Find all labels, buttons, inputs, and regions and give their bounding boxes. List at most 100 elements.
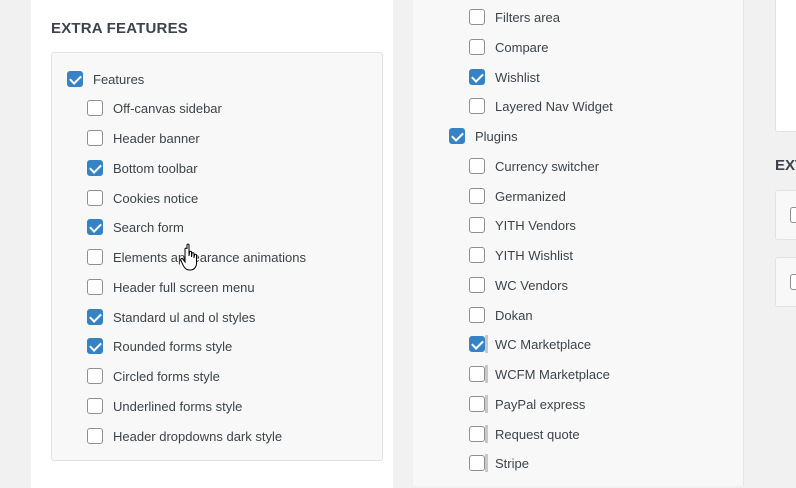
option-request-quote[interactable]: Request quote bbox=[469, 424, 580, 444]
option-label: Plugins bbox=[475, 128, 518, 144]
option-rounded-forms-style[interactable]: Rounded forms style bbox=[87, 336, 232, 356]
right-panel-partial: EXT bbox=[765, 0, 796, 488]
divider bbox=[485, 335, 488, 353]
option-standard-ul-ol-styles[interactable]: Standard ul and ol styles bbox=[87, 307, 255, 327]
checkbox[interactable] bbox=[469, 426, 485, 442]
plugins-checkbox[interactable] bbox=[449, 128, 465, 144]
option-wcfm-marketplace[interactable]: WCFM Marketplace bbox=[469, 364, 610, 384]
option-label: Header banner bbox=[113, 130, 200, 146]
checkbox[interactable] bbox=[87, 249, 103, 265]
right-card bbox=[775, 190, 796, 240]
option-header-banner[interactable]: Header banner bbox=[87, 128, 200, 148]
extra-features-panel: EXTRA FEATURES Features Off-canvas sideb… bbox=[31, 0, 393, 488]
option-label: WC Marketplace bbox=[495, 336, 592, 352]
option-compare[interactable]: Compare bbox=[469, 37, 548, 57]
divider bbox=[485, 425, 488, 443]
option-label: Header dropdowns dark style bbox=[113, 428, 283, 444]
option-wishlist[interactable]: Wishlist bbox=[469, 67, 540, 87]
checkbox[interactable] bbox=[87, 279, 103, 295]
checkbox-partial[interactable] bbox=[790, 274, 796, 290]
hand-cursor-icon bbox=[180, 243, 197, 271]
option-label: YITH Wishlist bbox=[495, 247, 573, 263]
checkbox[interactable] bbox=[87, 338, 103, 354]
option-label: Circled forms style bbox=[113, 368, 220, 384]
checkbox[interactable] bbox=[469, 396, 485, 412]
option-off-canvas-sidebar[interactable]: Off-canvas sidebar bbox=[87, 98, 222, 118]
option-cookies-notice[interactable]: Cookies notice bbox=[87, 188, 198, 208]
option-label: Compare bbox=[495, 39, 549, 55]
option-underlined-forms-style[interactable]: Underlined forms style bbox=[87, 396, 242, 416]
checkbox[interactable] bbox=[87, 130, 103, 146]
checkbox[interactable] bbox=[87, 219, 103, 235]
option-label: Germanized bbox=[495, 188, 566, 204]
option-label: Layered Nav Widget bbox=[495, 98, 613, 114]
option-germanized[interactable]: Germanized bbox=[469, 186, 566, 206]
features-option[interactable]: Features bbox=[67, 69, 144, 89]
divider bbox=[485, 454, 488, 472]
option-layered-nav-widget[interactable]: Layered Nav Widget bbox=[469, 96, 613, 116]
option-label: Request quote bbox=[495, 426, 580, 442]
option-label: PayPal express bbox=[495, 396, 586, 412]
checkbox[interactable] bbox=[469, 9, 485, 25]
option-label: Stripe bbox=[495, 455, 529, 471]
option-label: WCFM Marketplace bbox=[495, 366, 610, 382]
section-title-partial: EXT bbox=[775, 157, 796, 174]
checkbox[interactable] bbox=[87, 428, 103, 444]
checkbox[interactable] bbox=[469, 158, 485, 174]
checkbox[interactable] bbox=[469, 98, 485, 114]
option-filters-area[interactable]: Filters area bbox=[469, 7, 560, 27]
modules-panel: Filters area Compare Wishlist Layered Na… bbox=[413, 0, 744, 486]
option-label: WC Vendors bbox=[495, 277, 568, 293]
checkbox[interactable] bbox=[469, 455, 485, 471]
checkbox[interactable] bbox=[469, 277, 485, 293]
option-label: Header full screen menu bbox=[113, 279, 255, 295]
checkbox[interactable] bbox=[469, 336, 485, 352]
checkbox[interactable] bbox=[469, 247, 485, 263]
option-label: Currency switcher bbox=[495, 158, 600, 174]
option-label: Cookies notice bbox=[113, 190, 199, 206]
option-label: YITH Vendors bbox=[495, 217, 576, 233]
option-stripe[interactable]: Stripe bbox=[469, 453, 529, 473]
section-title: EXTRA FEATURES bbox=[51, 20, 188, 37]
option-circled-forms-style[interactable]: Circled forms style bbox=[87, 366, 220, 386]
checkbox[interactable] bbox=[469, 39, 485, 55]
option-label: Elements appearance animations bbox=[113, 249, 306, 265]
option-dokan[interactable]: Dokan bbox=[469, 305, 533, 325]
option-label: Rounded forms style bbox=[113, 338, 233, 354]
checkbox[interactable] bbox=[469, 217, 485, 233]
checkbox-partial[interactable] bbox=[790, 207, 796, 223]
option-label: Standard ul and ol styles bbox=[113, 309, 256, 325]
option-label: Features bbox=[93, 71, 145, 87]
option-paypal-express[interactable]: PayPal express bbox=[469, 394, 585, 414]
features-checkbox[interactable] bbox=[67, 71, 83, 87]
checkbox[interactable] bbox=[469, 188, 485, 204]
option-wc-vendors[interactable]: WC Vendors bbox=[469, 275, 568, 295]
checkbox[interactable] bbox=[469, 307, 485, 323]
checkbox[interactable] bbox=[469, 69, 485, 85]
option-currency-switcher[interactable]: Currency switcher bbox=[469, 156, 599, 176]
option-label: Underlined forms style bbox=[113, 398, 243, 414]
checkbox[interactable] bbox=[87, 398, 103, 414]
option-label: Off-canvas sidebar bbox=[113, 100, 222, 116]
checkbox[interactable] bbox=[87, 160, 103, 176]
checkbox[interactable] bbox=[87, 190, 103, 206]
checkbox[interactable] bbox=[87, 100, 103, 116]
divider bbox=[485, 365, 488, 383]
option-label: Filters area bbox=[495, 9, 561, 25]
modules-group: Filters area Compare Wishlist Layered Na… bbox=[413, 0, 743, 486]
checkbox[interactable] bbox=[87, 368, 103, 384]
plugins-option[interactable]: Plugins bbox=[449, 126, 518, 146]
features-group: Features Off-canvas sidebar Header banne… bbox=[51, 52, 383, 461]
divider bbox=[485, 395, 488, 413]
option-bottom-toolbar[interactable]: Bottom toolbar bbox=[87, 158, 198, 178]
option-yith-vendors[interactable]: YITH Vendors bbox=[469, 215, 576, 235]
checkbox[interactable] bbox=[469, 366, 485, 382]
option-search-form[interactable]: Search form bbox=[87, 217, 184, 237]
checkbox[interactable] bbox=[87, 309, 103, 325]
option-yith-wishlist[interactable]: YITH Wishlist bbox=[469, 245, 573, 265]
option-label: Search form bbox=[113, 219, 184, 235]
option-wc-marketplace[interactable]: WC Marketplace bbox=[469, 334, 591, 354]
option-header-full-screen-menu[interactable]: Header full screen menu bbox=[87, 277, 255, 297]
option-header-dropdowns-dark-style[interactable]: Header dropdowns dark style bbox=[87, 426, 282, 446]
right-top-card bbox=[775, 0, 796, 132]
